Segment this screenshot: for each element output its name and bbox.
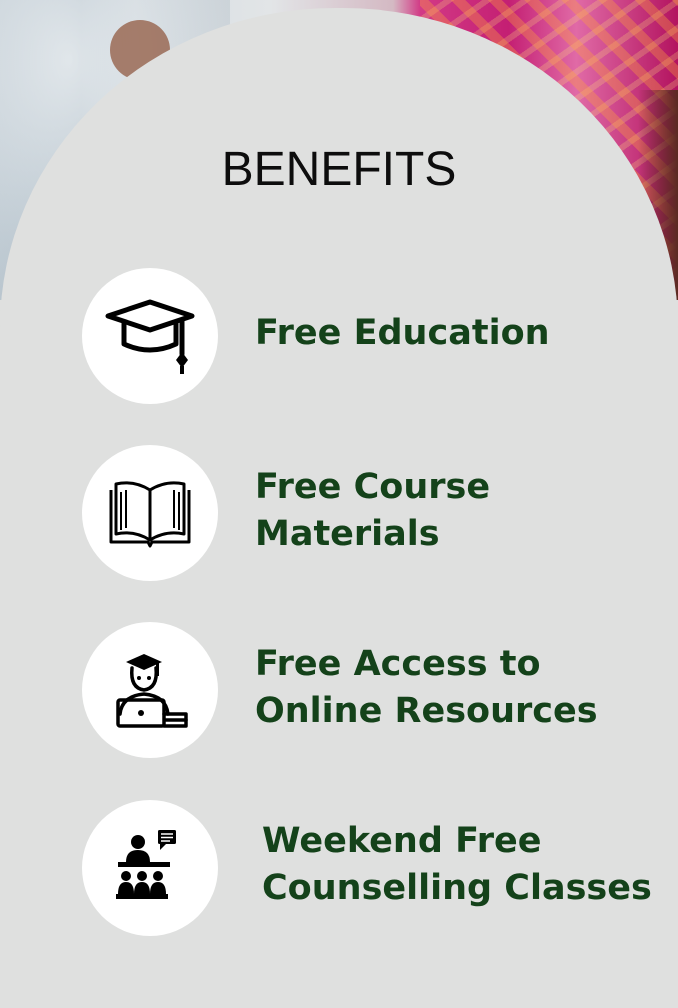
benefit-icon-circle <box>82 800 218 936</box>
benefit-label: Free Course Materials <box>255 464 490 558</box>
benefit-label: Weekend Free Counselling Classes <box>262 818 652 912</box>
benefit-label-line: Online Resources <box>255 691 598 731</box>
graduation-cap-icon <box>105 299 195 374</box>
benefit-label: Free Access to Online Resources <box>255 641 598 735</box>
benefit-icon-circle <box>82 445 218 581</box>
student-laptop-icon <box>116 654 188 728</box>
benefit-label-line: Free Access to <box>255 644 541 684</box>
benefit-label: Free Education <box>255 310 550 357</box>
benefit-label-line: Materials <box>255 514 440 554</box>
benefit-icon-circle <box>82 622 218 758</box>
benefit-label-line: Free Course <box>255 467 491 507</box>
benefit-label-line: Weekend Free <box>262 821 542 861</box>
counselling-class-icon <box>116 830 176 899</box>
benefit-label-line: Free Education <box>255 313 550 353</box>
open-book-icon <box>109 481 191 548</box>
page-title: BENEFITS <box>221 143 457 196</box>
benefit-icon-circle <box>82 268 218 404</box>
benefit-label-line: Counselling Classes <box>262 868 652 908</box>
